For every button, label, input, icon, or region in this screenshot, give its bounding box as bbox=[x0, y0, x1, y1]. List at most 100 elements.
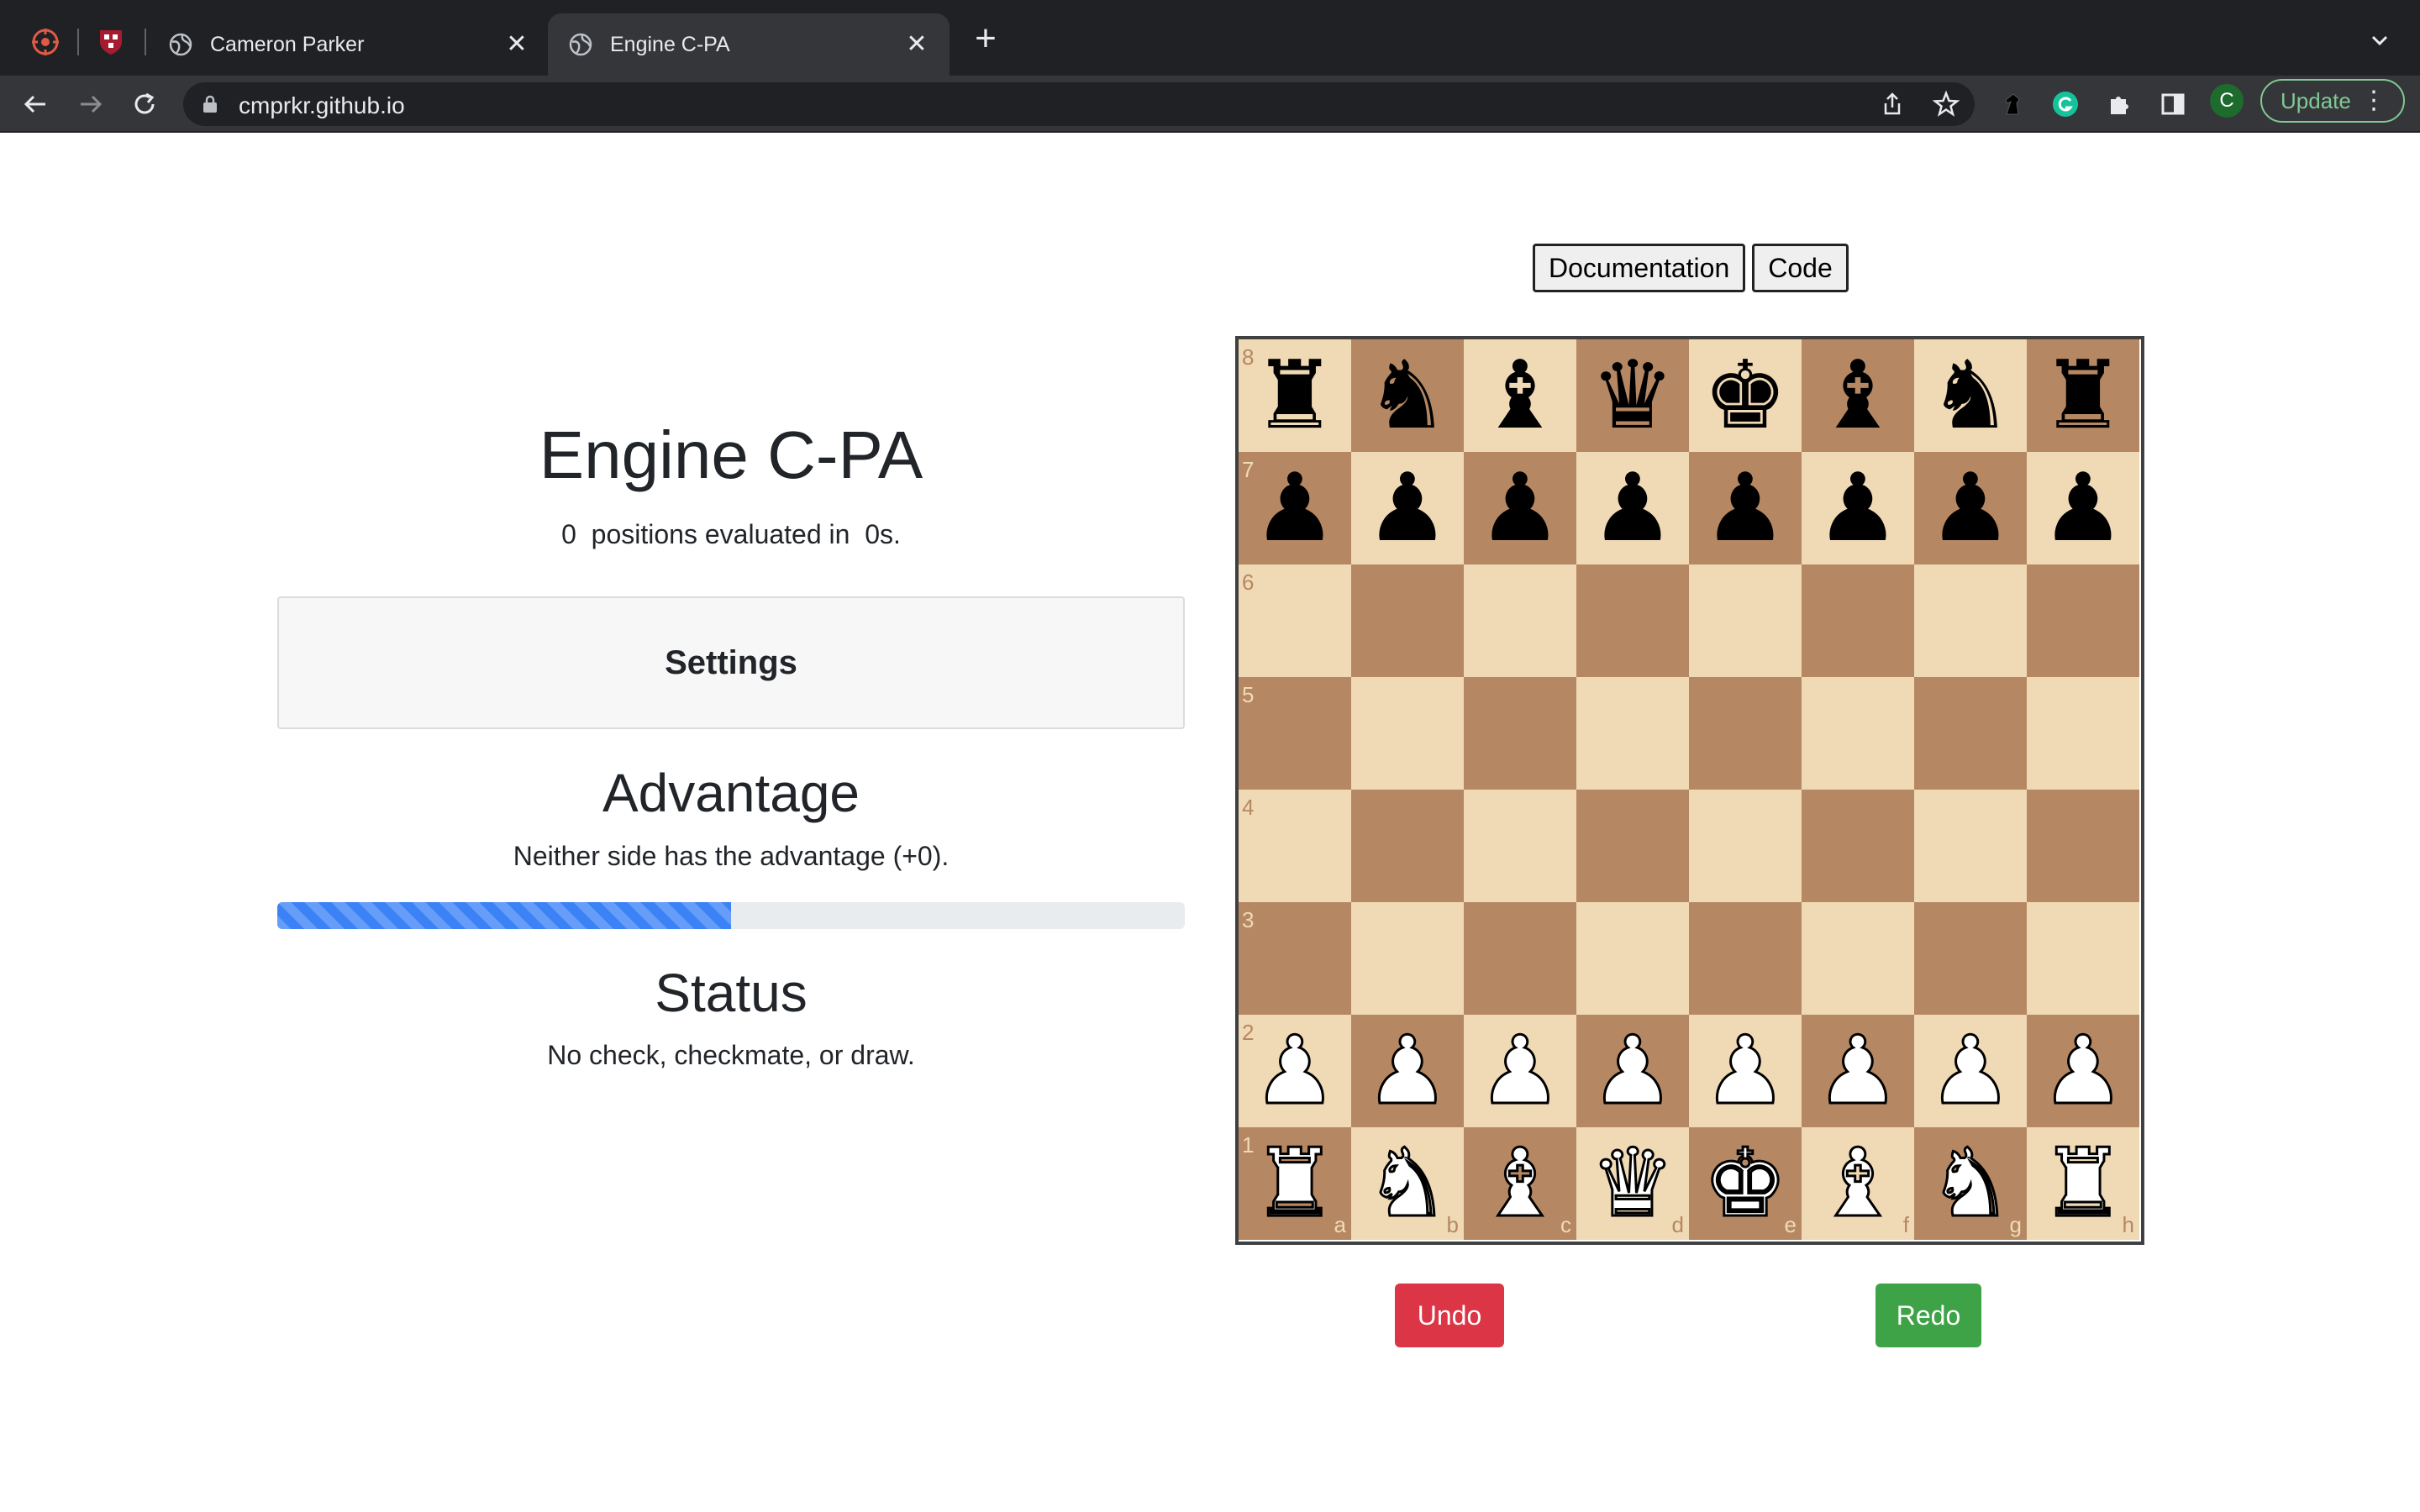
black-rook-piece[interactable]: ♜ bbox=[2041, 349, 2125, 443]
square-f7[interactable]: ♟ bbox=[1802, 452, 1914, 564]
square-c6[interactable] bbox=[1464, 564, 1576, 677]
redo-button[interactable]: Redo bbox=[1876, 1284, 1981, 1347]
square-c3[interactable] bbox=[1464, 902, 1576, 1015]
square-a2[interactable]: 2 ♟ bbox=[1239, 1015, 1351, 1127]
address-bar[interactable]: cmprkr.github.io bbox=[183, 82, 1975, 126]
square-c5[interactable] bbox=[1464, 677, 1576, 790]
square-d4[interactable] bbox=[1576, 790, 1689, 902]
black-queen-piece[interactable]: ♛ bbox=[1591, 349, 1675, 443]
side-panel-icon[interactable] bbox=[2158, 89, 2188, 119]
black-pawn-piece[interactable]: ♟ bbox=[1253, 461, 1337, 555]
square-e1[interactable]: e ♚ bbox=[1689, 1127, 1802, 1240]
white-queen-piece[interactable]: ♛ bbox=[1589, 1136, 1676, 1232]
white-knight-piece[interactable]: ♞ bbox=[1364, 1136, 1450, 1232]
square-a1[interactable]: 1 a ♜ bbox=[1239, 1127, 1351, 1240]
black-pawn-piece[interactable]: ♟ bbox=[1928, 461, 2012, 555]
square-h3[interactable] bbox=[2027, 902, 2139, 1015]
chess-board[interactable]: 8 ♜ ♞ ♝ ♛ ♚ ♝ ♞ ♜ 7 ♟ ♟ ♟ ♟ ♟ ♟ ♟ ♟ 6 5 4 3 2 ♟ ♟ ♟ ♟ ♟ ♟ ♟ ♟ 1 a ♜ b ♞ c ♝ d ♛… bbox=[1235, 336, 2144, 1245]
forward-arrow-icon[interactable] bbox=[74, 87, 108, 121]
square-a6[interactable]: 6 bbox=[1239, 564, 1351, 677]
square-h2[interactable]: ♟ bbox=[2027, 1015, 2139, 1127]
square-d7[interactable]: ♟ bbox=[1576, 452, 1689, 564]
square-a7[interactable]: 7 ♟ bbox=[1239, 452, 1351, 564]
square-b8[interactable]: ♞ bbox=[1351, 339, 1464, 452]
square-a4[interactable]: 4 bbox=[1239, 790, 1351, 902]
grammarly-icon[interactable] bbox=[2050, 89, 2081, 119]
square-b6[interactable] bbox=[1351, 564, 1464, 677]
knight-extension-icon[interactable] bbox=[1996, 89, 2027, 119]
square-b7[interactable]: ♟ bbox=[1351, 452, 1464, 564]
white-pawn-piece[interactable]: ♟ bbox=[2039, 1023, 2126, 1120]
square-c1[interactable]: c ♝ bbox=[1464, 1127, 1576, 1240]
black-bishop-piece[interactable]: ♝ bbox=[1816, 349, 1900, 443]
square-h5[interactable] bbox=[2027, 677, 2139, 790]
settings-button[interactable]: Settings bbox=[277, 596, 1185, 729]
profile-avatar[interactable]: C bbox=[2210, 84, 2244, 118]
square-h4[interactable] bbox=[2027, 790, 2139, 902]
black-knight-piece[interactable]: ♞ bbox=[1928, 349, 2012, 443]
square-e8[interactable]: ♚ bbox=[1689, 339, 1802, 452]
square-f6[interactable] bbox=[1802, 564, 1914, 677]
white-pawn-piece[interactable]: ♟ bbox=[1476, 1023, 1563, 1120]
square-a8[interactable]: 8 ♜ bbox=[1239, 339, 1351, 452]
star-icon[interactable] bbox=[1933, 91, 1960, 118]
white-pawn-piece[interactable]: ♟ bbox=[1927, 1023, 2013, 1120]
square-e5[interactable] bbox=[1689, 677, 1802, 790]
code-button[interactable]: Code bbox=[1752, 244, 1849, 292]
square-e7[interactable]: ♟ bbox=[1689, 452, 1802, 564]
square-h8[interactable]: ♜ bbox=[2027, 339, 2139, 452]
white-king-piece[interactable]: ♚ bbox=[1702, 1136, 1788, 1232]
close-tab-icon[interactable]: ✕ bbox=[904, 32, 929, 57]
pinned-tab-1[interactable] bbox=[20, 17, 71, 67]
square-d3[interactable] bbox=[1576, 902, 1689, 1015]
white-pawn-piece[interactable]: ♟ bbox=[1702, 1023, 1788, 1120]
square-c7[interactable]: ♟ bbox=[1464, 452, 1576, 564]
black-pawn-piece[interactable]: ♟ bbox=[1591, 461, 1675, 555]
square-g7[interactable]: ♟ bbox=[1914, 452, 2027, 564]
square-a3[interactable]: 3 bbox=[1239, 902, 1351, 1015]
close-tab-icon[interactable]: ✕ bbox=[504, 32, 529, 57]
white-bishop-piece[interactable]: ♝ bbox=[1476, 1136, 1563, 1232]
square-e2[interactable]: ♟ bbox=[1689, 1015, 1802, 1127]
square-g3[interactable] bbox=[1914, 902, 2027, 1015]
black-rook-piece[interactable]: ♜ bbox=[1253, 349, 1337, 443]
square-f2[interactable]: ♟ bbox=[1802, 1015, 1914, 1127]
new-tab-icon[interactable]: + bbox=[968, 20, 1003, 57]
white-pawn-piece[interactable]: ♟ bbox=[1814, 1023, 1901, 1120]
square-f1[interactable]: f ♝ bbox=[1802, 1127, 1914, 1240]
square-a5[interactable]: 5 bbox=[1239, 677, 1351, 790]
square-g6[interactable] bbox=[1914, 564, 2027, 677]
square-e4[interactable] bbox=[1689, 790, 1802, 902]
undo-button[interactable]: Undo bbox=[1395, 1284, 1504, 1347]
square-b2[interactable]: ♟ bbox=[1351, 1015, 1464, 1127]
square-e6[interactable] bbox=[1689, 564, 1802, 677]
square-c4[interactable] bbox=[1464, 790, 1576, 902]
tab-engine-cpa[interactable]: Engine C-PA ✕ bbox=[548, 13, 950, 76]
square-f8[interactable]: ♝ bbox=[1802, 339, 1914, 452]
square-h7[interactable]: ♟ bbox=[2027, 452, 2139, 564]
black-pawn-piece[interactable]: ♟ bbox=[1365, 461, 1449, 555]
square-b5[interactable] bbox=[1351, 677, 1464, 790]
black-pawn-piece[interactable]: ♟ bbox=[1703, 461, 1787, 555]
square-g1[interactable]: g ♞ bbox=[1914, 1127, 2027, 1240]
square-b3[interactable] bbox=[1351, 902, 1464, 1015]
white-pawn-piece[interactable]: ♟ bbox=[1251, 1023, 1338, 1120]
puzzle-extensions-icon[interactable] bbox=[2104, 89, 2134, 119]
square-h1[interactable]: h ♜ bbox=[2027, 1127, 2139, 1240]
square-b4[interactable] bbox=[1351, 790, 1464, 902]
square-d1[interactable]: d ♛ bbox=[1576, 1127, 1689, 1240]
white-rook-piece[interactable]: ♜ bbox=[1251, 1136, 1338, 1232]
black-knight-piece[interactable]: ♞ bbox=[1365, 349, 1449, 443]
square-g4[interactable] bbox=[1914, 790, 2027, 902]
square-f5[interactable] bbox=[1802, 677, 1914, 790]
square-e3[interactable] bbox=[1689, 902, 1802, 1015]
square-f4[interactable] bbox=[1802, 790, 1914, 902]
black-pawn-piece[interactable]: ♟ bbox=[1816, 461, 1900, 555]
black-pawn-piece[interactable]: ♟ bbox=[2041, 461, 2125, 555]
white-knight-piece[interactable]: ♞ bbox=[1927, 1136, 2013, 1232]
black-bishop-piece[interactable]: ♝ bbox=[1478, 349, 1562, 443]
update-button[interactable]: Update ⋮ bbox=[2260, 79, 2405, 123]
black-king-piece[interactable]: ♚ bbox=[1703, 349, 1787, 443]
square-h6[interactable] bbox=[2027, 564, 2139, 677]
back-arrow-icon[interactable] bbox=[18, 87, 52, 121]
